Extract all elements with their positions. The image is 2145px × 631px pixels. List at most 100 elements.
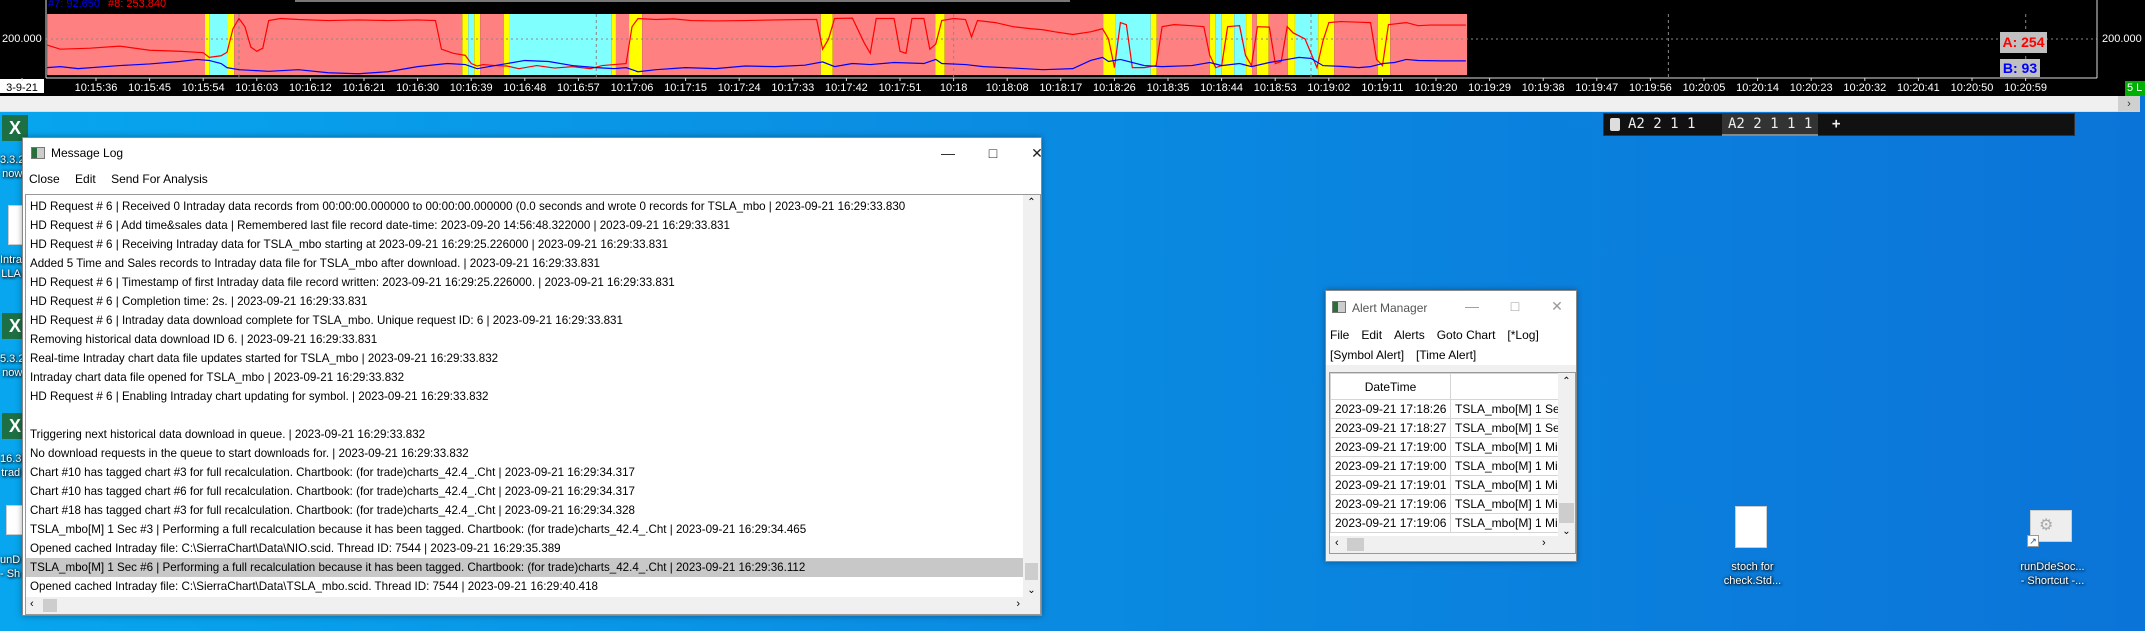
zone-band [1294,14,1319,75]
log-row[interactable]: Opened cached Intraday file: C:\SierraCh… [26,577,1023,596]
gears-shortcut-icon[interactable]: ⚙ ↗ [2027,510,2072,547]
tab-a2211[interactable]: A2 2 1 1 [1628,116,1695,132]
alerts-table[interactable]: DateTime 2023-09-21 17:18:26 TSLA_mbo[M] … [1329,372,1576,554]
menu-alerts[interactable]: Alerts [1394,328,1425,342]
right-axis-label: 200.000 [2102,33,2142,45]
alert-row[interactable]: 2023-09-21 17:18:26 TSLA_mbo[M] 1 Sec [1330,399,1559,419]
alert-row[interactable]: 2023-09-21 17:19:01 TSLA_mbo[M] 1 Min [1330,475,1559,495]
scroll-down-icon[interactable]: ⌄ [1023,585,1040,596]
scroll-left-icon[interactable]: ‹ [1335,537,1339,549]
alert-datetime-cell: 2023-09-21 17:18:26 [1330,399,1451,419]
log-row[interactable]: HD Request # 6 | Timestamp of first Intr… [26,273,1023,292]
alert-message-cell: TSLA_mbo[M] 1 Min [1450,513,1559,533]
alert-row[interactable]: 2023-09-21 17:19:00 TSLA_mbo[M] 1 Min [1330,437,1559,457]
desktop-icon-label: unD - Sh [0,554,21,580]
vertical-scrollbar[interactable]: ⌃ ⌄ [1023,195,1040,598]
horizontal-scrollbar[interactable]: ‹ › [1330,536,1575,553]
scrollbar-thumb[interactable] [1025,563,1038,580]
scroll-up-icon[interactable]: ⌃ [1558,376,1575,387]
alert-datetime-cell: 2023-09-21 17:19:06 [1330,513,1451,533]
menu-time-alert[interactable]: [Time Alert] [1416,348,1476,362]
tab-a22111[interactable]: A2 2 1 1 1 [1722,114,1819,136]
price-chart[interactable]: 3-9-21 10:15:36 10:15:45 10:15:54 10:16:03 10… [0,0,2145,96]
close-button[interactable]: ✕ [1539,294,1575,318]
menu-edit[interactable]: Edit [1361,328,1382,342]
desktop-icon-rundde[interactable]: runDdeSoc... - Shortcut -... [2010,560,2095,588]
menu-close[interactable]: Close [29,172,60,186]
log-row[interactable]: Removing historical data download ID 6. … [26,330,1023,349]
x-tick-label: 10:16:57 [557,82,600,94]
log-row[interactable]: Chart #10 has tagged chart #6 for full r… [26,482,1023,501]
maximize-button[interactable]: □ [975,141,1011,165]
alert-row[interactable]: 2023-09-21 17:18:27 TSLA_mbo[M] 1 Sec [1330,418,1559,438]
x-tick-label: 10:17:15 [664,82,707,94]
log-row[interactable]: HD Request # 6 | Add time&sales data | R… [26,216,1023,235]
study7-value: #7: 92.650 [48,0,100,10]
zone-band [832,14,936,75]
alert-message-cell: TSLA_mbo[M] 1 Min [1450,437,1559,457]
hscroll-thumb[interactable] [43,599,57,612]
menu-send-for-analysis[interactable]: Send For Analysis [111,172,208,186]
log-row[interactable]: HD Request # 6 | Receiving Intraday data… [26,235,1023,254]
chart-canvas[interactable]: 3-9-21 10:15:36 10:15:45 10:15:54 10:16:03 10… [0,0,2145,96]
scrollbar-thumb[interactable] [1559,503,1574,523]
zone-band [204,14,210,75]
log-row[interactable]: HD Request # 6 | Received 0 Intraday dat… [26,197,1023,216]
column-header-message[interactable] [1450,373,1559,400]
alert-row[interactable]: 2023-09-21 17:19:06 TSLA_mbo[M] 1 Min [1330,513,1559,533]
menu-bar: File Edit Alerts Goto Chart [*Log] [Symbol A… [1326,321,1576,365]
alert-row[interactable]: 2023-09-21 17:19:06 TSLA_mbo[M] 1 Min [1330,494,1559,514]
log-row[interactable]: Real-time Intraday chart data file updat… [26,349,1023,368]
log-row[interactable]: Intraday chart data file opened for TSLA… [26,368,1023,387]
scroll-right-icon[interactable]: › [1542,537,1546,549]
menu-log[interactable]: [*Log] [1507,328,1538,342]
log-row[interactable] [26,406,1023,425]
x-tick-label: 10:20:32 [1843,82,1886,94]
scroll-right-icon[interactable]: › [1016,598,1020,610]
log-row[interactable]: HD Request # 6 | Enabling Intraday chart… [26,387,1023,406]
column-header-datetime[interactable]: DateTime [1330,373,1451,400]
alert-message-cell: TSLA_mbo[M] 1 Sec [1450,418,1559,438]
log-row[interactable]: TSLA_mbo[M] 1 Sec #3 | Performing a full… [26,520,1023,539]
title-bar[interactable]: Message Log — □ ✕ [23,138,1043,168]
log-row[interactable]: Chart #18 has tagged chart #3 for full r… [26,501,1023,520]
scroll-right-button[interactable]: › [2118,96,2140,112]
log-row[interactable]: Opened cached Intraday file: C:\SierraCh… [26,539,1023,558]
minimize-button[interactable]: — [930,141,966,165]
log-row[interactable]: HD Request # 6 | Completion time: 2s. | … [26,292,1023,311]
chart-horizontal-scrollbar[interactable]: › [0,96,2140,112]
close-button[interactable]: ✕ [1019,141,1055,165]
log-row[interactable]: Triggering next historical data download… [26,425,1023,444]
log-row[interactable]: HD Request # 6 | Intraday data download … [26,311,1023,330]
hscroll-thumb[interactable] [1347,538,1364,551]
zone-band [1234,14,1247,75]
minimize-button[interactable]: — [1454,294,1490,318]
menu-symbol-alert[interactable]: [Symbol Alert] [1330,348,1404,362]
x-tick-label: 10:20:41 [1897,82,1940,94]
x-tick-label: 10:17:33 [771,82,814,94]
log-row[interactable]: Chart #10 has tagged chart #3 for full r… [26,463,1023,482]
zone-band [47,14,205,75]
alert-row[interactable]: 2023-09-21 17:19:00 TSLA_mbo[M] 1 Min [1330,456,1559,476]
desktop-icon-stoch[interactable]: stoch for check.Std... [1715,560,1790,588]
menu-edit[interactable]: Edit [75,172,96,186]
x-tick-label: 10:15:36 [75,82,118,94]
menu-file[interactable]: File [1330,328,1349,342]
bid-label: B: 93 [2000,59,2040,77]
x-tick-label: 10:19:20 [1415,82,1458,94]
scroll-up-icon[interactable]: ⌃ [1023,197,1040,208]
maximize-button[interactable]: □ [1497,294,1533,318]
log-row[interactable]: TSLA_mbo[M] 1 Sec #6 | Performing a full… [26,558,1023,577]
log-row[interactable]: Added 5 Time and Sales records to Intrad… [26,254,1023,273]
scroll-left-icon[interactable]: ‹ [30,598,34,610]
x-tick-label: 10:18:35 [1147,82,1190,94]
horizontal-scrollbar[interactable]: ‹ › [26,597,1040,614]
menu-goto-chart[interactable]: Goto Chart [1437,328,1496,342]
vertical-scrollbar[interactable]: ⌃ ⌄ [1558,373,1575,538]
log-list[interactable]: Opened cached Intraday file: C:\SierraCh… [25,194,1041,615]
log-row[interactable]: No download requests in the queue to sta… [26,444,1023,463]
x-tick-label: 10:18 [940,82,968,94]
add-tab-button[interactable]: + [1832,116,1840,132]
document-file-icon[interactable] [1735,506,1767,548]
title-bar[interactable]: Alert Manager — □ ✕ [1326,291,1576,321]
